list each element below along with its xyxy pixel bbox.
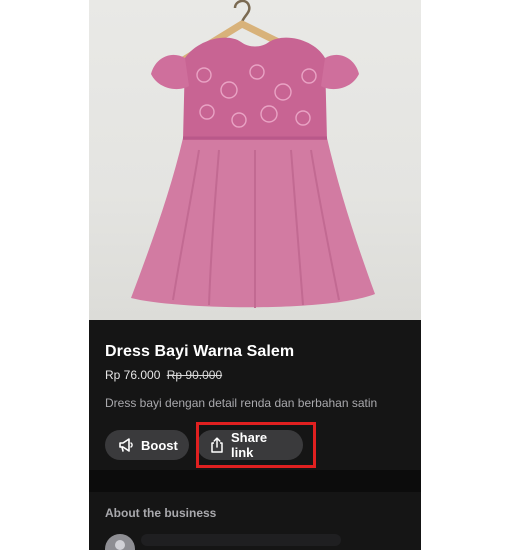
- product-description: Dress bayi dengan detail renda dan berba…: [105, 396, 378, 410]
- price-row: Rp 76.000 Rp 90.000: [105, 368, 222, 382]
- about-title: About the business: [105, 506, 217, 520]
- product-screen: Dress Bayi Warna Salem Rp 76.000 Rp 90.0…: [89, 0, 421, 550]
- product-details: Dress Bayi Warna Salem Rp 76.000 Rp 90.0…: [89, 320, 421, 470]
- megaphone-icon: [118, 438, 134, 452]
- product-image[interactable]: [89, 0, 421, 320]
- current-price: Rp 76.000: [105, 368, 161, 382]
- product-title: Dress Bayi Warna Salem: [105, 343, 295, 360]
- dress-photo: [131, 0, 375, 308]
- original-price: Rp 90.000: [166, 368, 223, 382]
- about-section: About the business: [89, 492, 421, 550]
- highlight-box: [196, 422, 316, 468]
- business-name-placeholder: [141, 534, 341, 546]
- avatar-icon[interactable]: [105, 534, 135, 550]
- boost-button[interactable]: Boost: [105, 430, 189, 460]
- boost-label: Boost: [141, 437, 178, 453]
- section-divider: [89, 470, 421, 492]
